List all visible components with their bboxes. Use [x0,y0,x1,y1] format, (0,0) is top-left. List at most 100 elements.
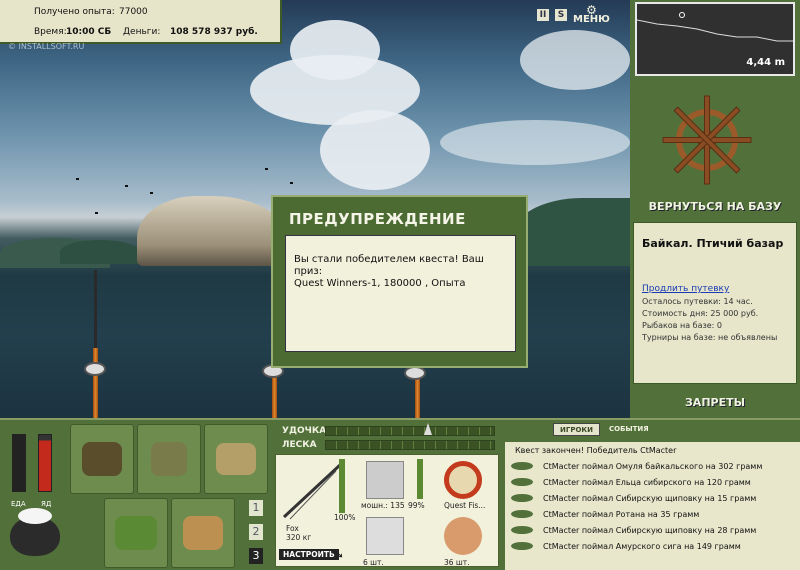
game-window: Получено опыта: 77000 Время: 10:00 СБ Де… [0,0,800,570]
bans-button[interactable]: ЗАПРЕТЫ [630,396,800,409]
tab-players[interactable]: ИГРОКИ [553,423,600,436]
watermark: © INSTALLSOFT.RU [8,42,85,51]
status-box: Получено опыта: 77000 Время: 10:00 СБ Де… [0,0,282,44]
bird [76,178,79,180]
tackle-box-slot[interactable] [70,424,134,494]
menu-button[interactable]: ⚙ МЕНЮ [573,4,610,25]
hook-count: 6 шт. [363,558,384,567]
dialog-message-line1: Вы стали победителем квеста! Ваш приз: [294,254,484,277]
line-tension-gauge [325,440,495,450]
basket-icon [115,516,157,550]
ship-wheel-icon[interactable] [662,92,752,192]
arrow-icon: ➘ [334,547,345,561]
cloud [320,110,430,190]
float-marker [679,12,685,18]
slot-3-button[interactable]: 3 [249,548,263,564]
rod-icon[interactable] [280,461,342,521]
bag-slot[interactable] [137,424,201,494]
day-cost: Стоимость дня: 25 000 руб. [642,309,759,318]
map-slot[interactable] [204,424,268,494]
menu-label: МЕНЮ [573,14,610,25]
experience-label: Получено опыта: [34,7,115,17]
extend-permit-link[interactable]: Продлить путевку [642,284,796,294]
event-text: CtMacter поймал Ротана на 35 грамм [543,509,700,519]
reel-icon [404,366,426,380]
hook-slot[interactable] [366,517,404,555]
event-text: CtMacter поймал Сибирскую щиповку на 15 … [543,493,757,503]
rod-tension-gauge [325,426,495,436]
event-text: CtMacter поймал Амурского сига на 149 гр… [543,541,741,551]
warning-dialog[interactable]: ПРЕДУПРЕЖДЕНИЕ Вы стали победителем квес… [271,195,528,368]
money-value: 108 578 937 руб. [170,27,258,37]
poison-meter [38,434,52,492]
permit-remaining: Осталось путевки: 14 час. [642,297,753,306]
slot-2-button[interactable]: 2 [249,524,263,540]
tackle-box-icon [82,442,122,476]
line-gauge-label: ЛЕСКА [282,440,317,450]
cauldron-icon[interactable] [10,508,60,556]
bird [95,212,98,214]
reel-label: мошн.: 135 [361,501,405,510]
line-spool-icon[interactable] [444,461,482,499]
bird [290,182,293,184]
experience-value: 77000 [119,7,148,17]
return-to-base-button[interactable]: ВЕРНУТЬСЯ НА БАЗУ [630,200,800,213]
location-name: Байкал. Птичий базар [642,237,784,250]
fish-icon [511,542,533,550]
tension-marker [424,423,432,435]
depth-chart: 4,44 m [635,2,795,76]
hill [510,198,630,266]
food-basket-slot[interactable] [104,498,168,568]
rod-name: Fox [286,524,299,533]
cloud [520,30,630,90]
map-icon [216,443,256,475]
dialog-title: ПРЕДУПРЕЖДЕНИЕ [289,210,466,228]
time-label: Время: [34,27,67,37]
tournaments-info: Турниры на базе: не объявлены [642,333,778,342]
event-text: CtMacter поймал Сибирскую щиповку на 28 … [543,525,757,535]
fish-icon [511,478,533,486]
bucket-slot[interactable] [171,498,235,568]
fishing-rod-2[interactable] [272,372,277,418]
tackle-panel: 100% Fox 320 кг НАСТРОИТЬ ➘ мошн.: 135 9… [275,454,499,567]
bird [265,168,268,170]
bait-icon[interactable] [444,517,482,555]
event-text: CtMacter поймал Омуля байкальского на 30… [543,461,763,471]
right-panel: 4,44 m ВЕРНУТЬСЯ НА БАЗУ Байкал. Птичий … [630,0,800,418]
fishers-count: Рыбаков на базе: 0 [642,321,722,330]
bird [150,192,153,194]
time-value: 10:00 СБ [66,27,112,37]
slot-1-button[interactable]: 1 [249,500,263,516]
reel-durability-bar [417,459,423,499]
rod-gauge-label: УДОЧКА [282,426,327,436]
fish-icon [511,526,533,534]
cloud [290,20,380,80]
location-card: Байкал. Птичий базар Продлить путевку Ос… [633,222,797,384]
dialog-message-line2: Quest Winners-1, 180000 , Опыта [294,278,466,289]
reel-percent: 99% [408,501,425,510]
events-log: Квест закончен! Победитель CtMacter CtMa… [505,442,800,570]
fishing-rod-1[interactable] [93,348,98,418]
rock-island [137,196,287,266]
event-text: CtMacter поймал Ельца сибирского на 120 … [543,477,751,487]
reel-slot[interactable] [366,461,404,499]
rod-tip [94,270,97,348]
pause-button[interactable]: II [537,8,549,21]
list-item: CtMacter поймал Ротана на 35 грамм [511,508,699,520]
fishing-rod-3[interactable] [415,374,420,418]
bait-count: 36 шт. [444,558,470,567]
rod-weight: 320 кг [286,533,312,542]
tab-events[interactable]: СОБЫТИЯ [603,423,655,436]
food-meter [12,434,26,492]
setup-button[interactable]: НАСТРОИТЬ [279,549,339,560]
rod-durability-bar [339,459,345,513]
line-label: Quest Fis... [444,501,486,510]
bucket-icon [183,516,223,550]
fish-icon [511,494,533,502]
fish-icon [511,510,533,518]
list-item: CtMacter поймал Сибирскую щиповку на 15 … [511,492,756,504]
events-tabs: ИГРОКИ СОБЫТИЯ [553,423,655,436]
sound-button[interactable]: S [555,8,567,21]
top-controls: II S ⚙ МЕНЮ [537,4,610,25]
poison-label: ЯД [41,500,52,508]
